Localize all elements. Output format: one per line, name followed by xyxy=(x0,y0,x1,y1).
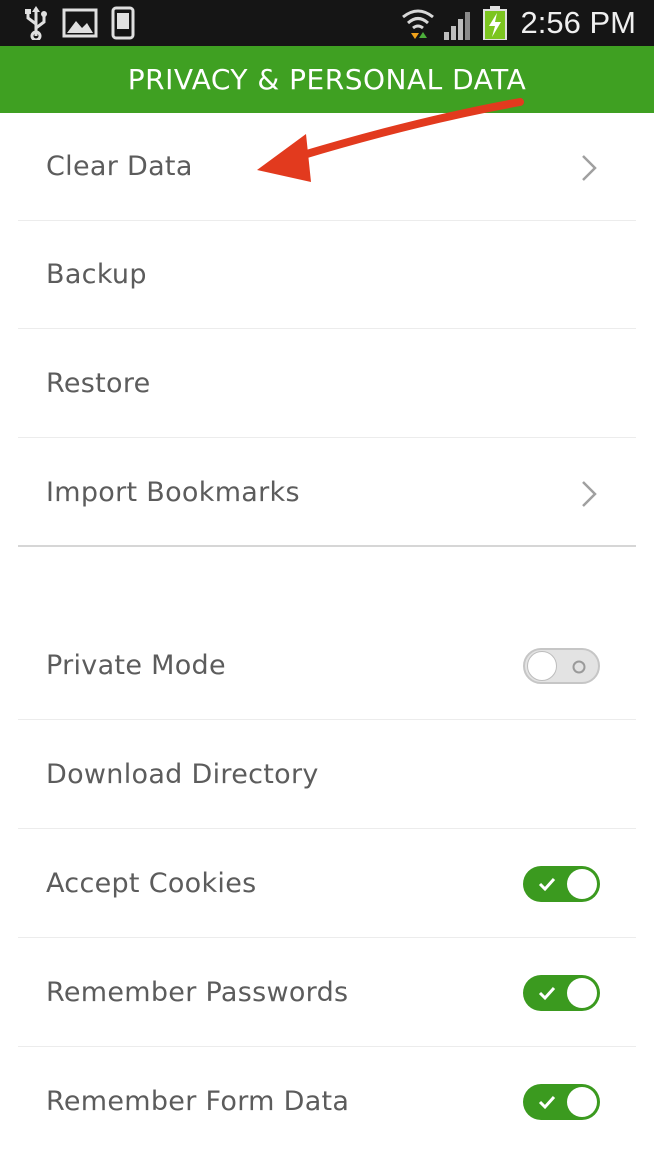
title-bar: PRIVACY & PERSONAL DATA xyxy=(0,46,654,113)
private-mode-toggle[interactable] xyxy=(523,648,600,684)
remember-form-data-toggle[interactable] xyxy=(523,1084,600,1120)
clock: 2:56 PM xyxy=(520,5,636,40)
import-bookmarks-item[interactable]: Import Bookmarks xyxy=(18,439,636,547)
remember-form-data-item[interactable]: Remember Form Data xyxy=(18,1048,636,1156)
toggle-knob xyxy=(567,978,597,1008)
check-icon xyxy=(538,986,556,1001)
toggle-knob xyxy=(527,651,557,681)
page-title: PRIVACY & PERSONAL DATA xyxy=(127,63,527,96)
battery-charging-icon xyxy=(483,6,507,40)
private-mode-item[interactable]: Private Mode xyxy=(18,612,636,720)
backup-label: Backup xyxy=(46,259,147,290)
download-directory-item[interactable]: Download Directory xyxy=(18,721,636,829)
import-bookmarks-label: Import Bookmarks xyxy=(46,477,300,508)
backup-item[interactable]: Backup xyxy=(18,221,636,329)
wifi-icon xyxy=(402,9,434,39)
download-directory-label: Download Directory xyxy=(46,759,319,790)
image-icon xyxy=(62,8,98,38)
remember-passwords-label: Remember Passwords xyxy=(46,977,349,1008)
signal-icon xyxy=(444,12,470,40)
chevron-right-icon xyxy=(582,481,597,507)
accept-cookies-toggle[interactable] xyxy=(523,866,600,902)
off-circle-icon xyxy=(572,660,586,674)
check-icon xyxy=(538,1095,556,1110)
accept-cookies-label: Accept Cookies xyxy=(46,868,257,899)
clear-data-item[interactable]: Clear Data xyxy=(18,113,636,221)
toggle-knob xyxy=(567,1087,597,1117)
remember-passwords-item[interactable]: Remember Passwords xyxy=(18,939,636,1047)
accept-cookies-item[interactable]: Accept Cookies xyxy=(18,830,636,938)
check-icon xyxy=(538,877,556,892)
toggle-knob xyxy=(567,869,597,899)
restore-label: Restore xyxy=(46,368,151,399)
clear-data-label: Clear Data xyxy=(46,151,193,182)
chevron-right-icon xyxy=(582,155,597,181)
remember-passwords-toggle[interactable] xyxy=(523,975,600,1011)
restore-item[interactable]: Restore xyxy=(18,330,636,438)
phone-icon xyxy=(111,6,135,40)
status-bar: 2:56 PM xyxy=(0,0,654,46)
usb-icon xyxy=(25,6,47,40)
private-mode-label: Private Mode xyxy=(46,650,226,681)
remember-form-data-label: Remember Form Data xyxy=(46,1086,350,1117)
